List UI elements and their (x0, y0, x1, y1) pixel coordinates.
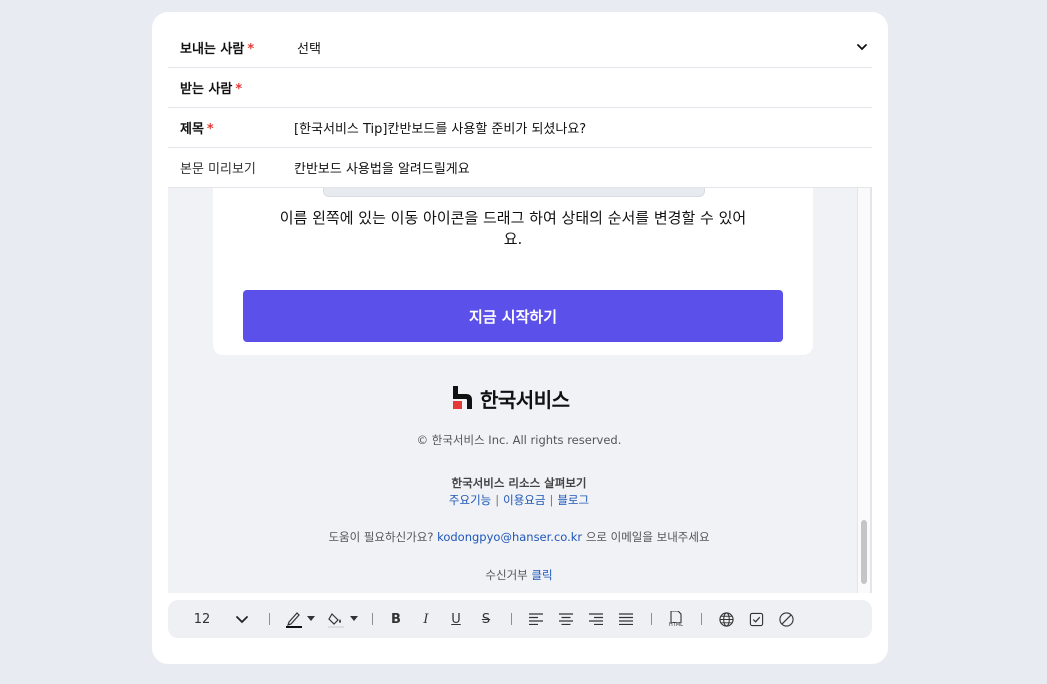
toolbar-divider (651, 613, 652, 625)
italic-button[interactable]: I (416, 600, 436, 638)
strikethrough-button[interactable]: S (476, 600, 496, 638)
fill-color-icon (328, 613, 344, 628)
align-left-button[interactable] (526, 600, 546, 638)
fill-color-button[interactable] (326, 600, 346, 638)
link-pricing[interactable]: 이용요금 (503, 493, 545, 507)
required-mark: * (206, 122, 214, 137)
checklist-button[interactable] (746, 600, 766, 638)
preview-scrollbar[interactable] (857, 188, 870, 593)
email-content-card: 이름 왼쪽에 있는 이동 아이콘을 드래그 하여 상태의 순서를 변경할 수 있… (213, 188, 813, 355)
font-size-value[interactable]: 12 (192, 600, 212, 638)
fill-color-dropdown[interactable] (349, 600, 359, 638)
unsubscribe-link[interactable]: 클릭 (531, 568, 552, 582)
justify-icon (619, 613, 633, 625)
html-button[interactable]: HTML (666, 600, 686, 638)
link-blog[interactable]: 블로그 (557, 493, 589, 507)
required-mark: * (235, 82, 243, 97)
chevron-down-icon (236, 616, 248, 624)
underline-button[interactable]: U (446, 600, 466, 638)
brand-logo: 한국서비스 (452, 386, 570, 412)
justify-button[interactable] (616, 600, 636, 638)
start-now-button[interactable]: 지금 시작하기 (243, 290, 783, 342)
block-icon (778, 611, 794, 627)
pen-color-icon (286, 612, 302, 628)
required-mark: * (247, 42, 255, 57)
link-button[interactable] (716, 600, 736, 638)
toolbar-divider (269, 613, 270, 625)
align-left-icon (529, 613, 543, 625)
text-color-dropdown[interactable] (306, 600, 316, 638)
recipient-row[interactable]: 받는 사람 * (168, 68, 872, 108)
align-right-button[interactable] (586, 600, 606, 638)
feature-description: 이름 왼쪽에 있는 이동 아이콘을 드래그 하여 상태의 순서를 변경할 수 있… (279, 209, 747, 248)
toolbar-divider (701, 613, 702, 625)
align-center-icon (559, 613, 573, 625)
toolbar-divider (372, 613, 373, 625)
html-icon (670, 610, 682, 623)
toolbar-divider (511, 613, 512, 625)
caret-down-icon (350, 616, 358, 621)
help-text: 도움이 필요하신가요? kodongpyo@hanser.co.kr 으로 이메… (328, 530, 710, 544)
resources-title: 한국서비스 리소스 살펴보기 (451, 476, 587, 490)
sender-select[interactable]: 선택 (297, 38, 321, 57)
recipient-label: 받는 사람 * (180, 82, 243, 97)
globe-icon (718, 611, 734, 627)
subject-input[interactable]: [한국서비스 Tip]칸반보드를 사용할 준비가 되셨나요? (294, 118, 586, 137)
help-email-link[interactable]: kodongpyo@hanser.co.kr (437, 530, 582, 544)
subject-label: 제목 * (180, 122, 214, 137)
preview-text-label: 본문 미리보기 (180, 162, 256, 177)
email-preview-pane[interactable]: 이름 왼쪽에 있는 이동 아이콘을 드래그 하여 상태의 순서를 변경할 수 있… (168, 188, 872, 593)
brand-name: 한국서비스 (480, 387, 570, 412)
checkbox-icon (749, 612, 763, 626)
editor-toolbar: 12 B I U S HTML (168, 600, 872, 638)
preview-text-input[interactable]: 칸반보드 사용법을 알려드릴게요 (294, 158, 470, 177)
brand-mark-icon (453, 386, 472, 409)
caret-down-icon (307, 616, 315, 621)
chevron-down-icon[interactable] (856, 41, 868, 53)
subject-row[interactable]: 제목 * [한국서비스 Tip]칸반보드를 사용할 준비가 되셨나요? (168, 108, 872, 148)
link-features[interactable]: 주요기능 (449, 493, 491, 507)
preview-text-row[interactable]: 본문 미리보기 칸반보드 사용법을 알려드릴게요 (168, 148, 872, 188)
sender-label: 보내는 사람 * (180, 42, 255, 57)
font-size-dropdown[interactable] (232, 600, 252, 638)
text-color-button[interactable] (284, 600, 304, 638)
align-center-button[interactable] (556, 600, 576, 638)
unsubscribe-text: 수신거부 클릭 (485, 568, 553, 582)
clear-format-button[interactable] (776, 600, 796, 638)
email-compose-card: 보내는 사람 * 선택 받는 사람 * 제목 * [한국서비스 Tip]칸반보드를 사… (152, 12, 888, 664)
scrollbar-thumb[interactable] (861, 520, 867, 584)
copyright-text: © 한국서비스 Inc. All rights reserved. (416, 433, 622, 447)
align-right-icon (589, 613, 603, 625)
bold-button[interactable]: B (386, 600, 406, 638)
sender-row[interactable]: 보내는 사람 * 선택 (168, 28, 872, 68)
image-placeholder (323, 188, 705, 197)
resource-links: 주요기능 | 이용요금 | 블로그 (448, 493, 590, 507)
